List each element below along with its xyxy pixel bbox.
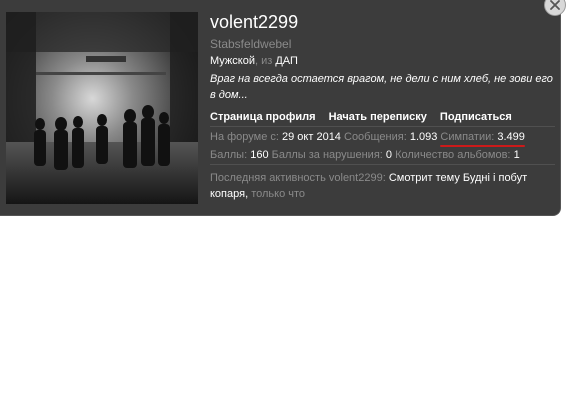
from-prefix: из — [261, 55, 273, 67]
follow-link[interactable]: Подписаться — [440, 111, 512, 123]
user-details: Мужской, из ДАП — [210, 55, 298, 67]
profile-page-link[interactable]: Страница профиля — [210, 111, 316, 123]
albums-value[interactable]: 1 — [514, 149, 520, 161]
likes-label: Симпатии: — [440, 131, 495, 143]
likes-value: 3.499 — [497, 131, 525, 143]
user-location[interactable]: ДАП — [275, 55, 298, 67]
close-button[interactable] — [544, 0, 566, 16]
avatar[interactable] — [6, 12, 198, 204]
messages-value[interactable]: 1.093 — [410, 131, 438, 143]
joined-value: 29 окт 2014 — [282, 131, 341, 143]
start-conversation-link[interactable]: Начать переписку — [329, 111, 427, 123]
member-card: volent2299 Stabsfeldwebel Мужской, из ДА… — [0, 0, 561, 216]
stats-row-2: Баллы: 160 Баллы за нарушения: 0 Количес… — [210, 147, 555, 165]
points-label: Баллы: — [210, 149, 248, 161]
username[interactable]: volent2299 — [210, 10, 555, 34]
user-rank: Stabsfeldwebel — [210, 37, 292, 51]
profile-links: Страница профиля Начать переписку Подпис… — [210, 109, 555, 127]
member-info: volent2299 Stabsfeldwebel Мужской, из ДА… — [210, 10, 555, 202]
albums-label: Количество альбомов: — [395, 149, 511, 161]
messages-label: Сообщения: — [344, 131, 407, 143]
likes-stat: Симпатии: 3.499 — [440, 129, 525, 147]
close-icon — [550, 0, 560, 10]
last-activity-time: только что — [251, 188, 306, 200]
avatar-photo — [6, 12, 198, 204]
joined-label: На форуме с: — [210, 131, 279, 143]
violations-label: Баллы за нарушения: — [271, 149, 383, 161]
violations-value: 0 — [385, 149, 393, 161]
likes-highlight-underline — [440, 145, 525, 147]
points-value: 160 — [250, 149, 269, 161]
user-status: Враг на всегда остается врагом, не дели … — [210, 73, 553, 101]
stats-row-1: На форуме с: 29 окт 2014 Сообщения: 1.09… — [210, 129, 555, 147]
last-activity: Последняя активность volent2299: Смотрит… — [210, 170, 555, 202]
last-activity-label: Последняя активность volent2299: — [210, 172, 386, 184]
user-gender: Мужской — [210, 55, 255, 67]
